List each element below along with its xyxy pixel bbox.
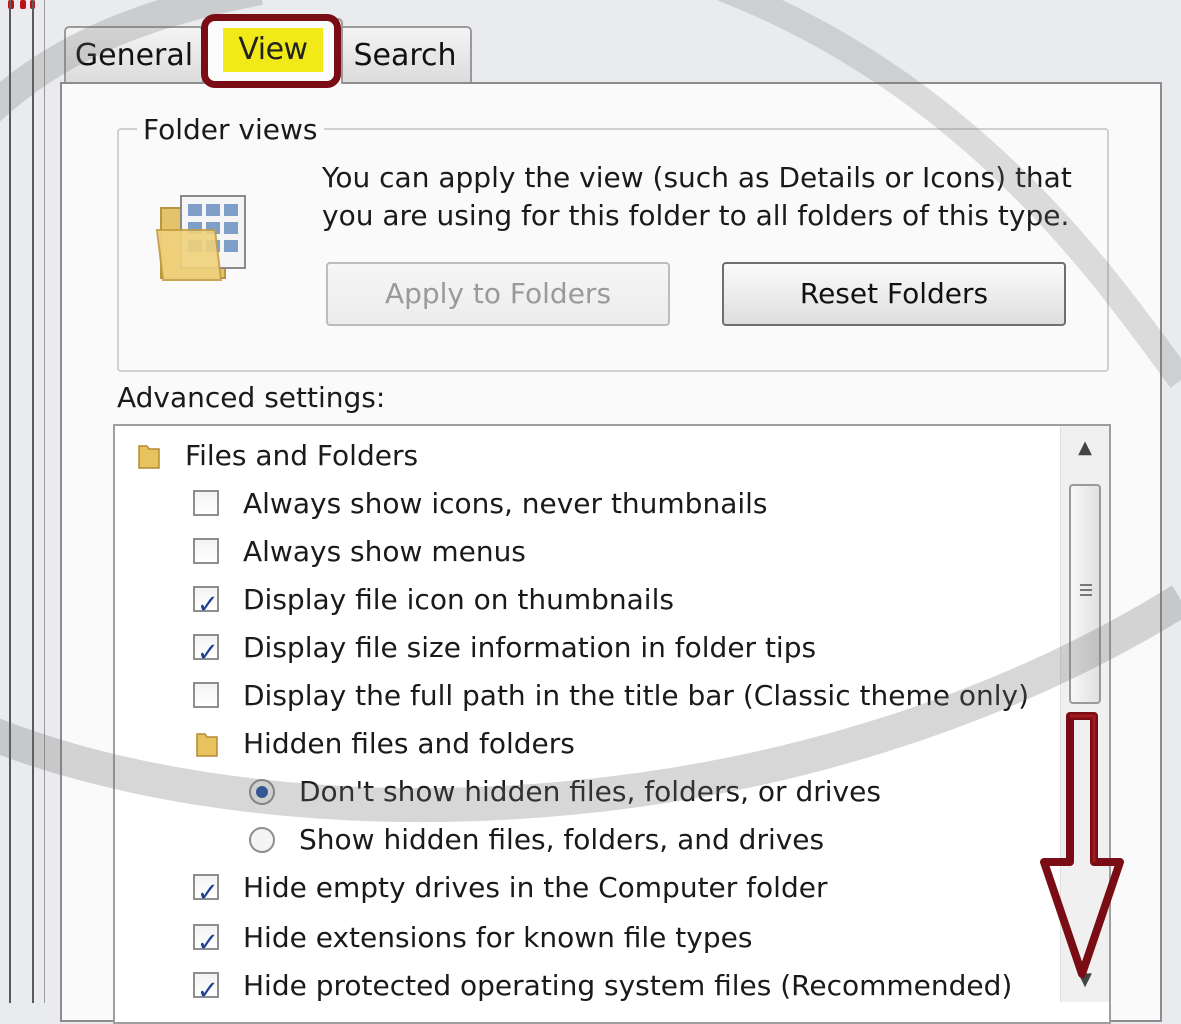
tree-item-label: Files and Folders	[185, 439, 419, 472]
checkbox-label: Hide extensions for known file types	[243, 921, 753, 954]
checkbox-checked[interactable]	[193, 967, 219, 1015]
checkbox-label: Display file size information in folder …	[243, 631, 817, 664]
checkbox-label: Always show icons, never thumbnails	[243, 487, 768, 520]
advanced-settings-label: Advanced settings:	[117, 381, 386, 414]
window-frame-line	[44, 0, 45, 1003]
scrollbar-thumb[interactable]	[1069, 484, 1101, 704]
checkbox-label: Always show menus	[243, 535, 526, 568]
folder-icon	[196, 733, 218, 757]
checkbox-checked[interactable]	[193, 919, 219, 967]
advanced-settings-list[interactable]: Files and Folders Always show icons, nev…	[113, 424, 1111, 1024]
radio-label: Show hidden files, folders, and drives	[299, 823, 825, 856]
radio[interactable]	[249, 827, 275, 853]
checkbox-label: Hide empty drives in the Computer folder	[243, 871, 828, 904]
checkbox-label: Display file icon on thumbnails	[243, 583, 674, 616]
apply-to-folders-button[interactable]: Apply to Folders	[326, 262, 670, 326]
annotation-down-arrow-icon	[1040, 712, 1124, 978]
radio-selected[interactable]	[249, 779, 275, 805]
window-frame-line	[32, 0, 34, 1003]
tab-general[interactable]: General	[64, 26, 204, 82]
grip-icon	[1080, 584, 1092, 598]
tab-view-label: View	[223, 28, 323, 72]
checkbox-checked[interactable]	[193, 869, 219, 917]
tree-item-label: Hidden files and folders	[243, 727, 575, 760]
checkbox[interactable]	[193, 682, 219, 708]
checkbox-checked[interactable]	[193, 581, 219, 629]
reset-folders-button[interactable]: Reset Folders	[722, 262, 1066, 326]
window-frame-line	[9, 0, 11, 1003]
folder-icon	[138, 445, 160, 469]
scroll-up-arrow-icon[interactable]: ▲	[1061, 426, 1109, 470]
folder-views-description-line1: You can apply the view (such as Details …	[322, 161, 1072, 194]
annotation-fragment	[0, 0, 36, 10]
tab-search[interactable]: Search	[338, 26, 472, 82]
checkbox-label: Display the full path in the title bar (…	[243, 679, 1030, 712]
folder-views-description-line2: you are using for this folder to all fol…	[322, 199, 1070, 232]
checkbox-checked[interactable]	[193, 629, 219, 677]
checkbox[interactable]	[193, 538, 219, 564]
folder-views-title: Folder views	[137, 112, 324, 148]
checkbox[interactable]	[193, 490, 219, 516]
radio-label: Don't show hidden files, folders, or dri…	[299, 775, 881, 808]
folder-views-icon	[155, 195, 246, 281]
